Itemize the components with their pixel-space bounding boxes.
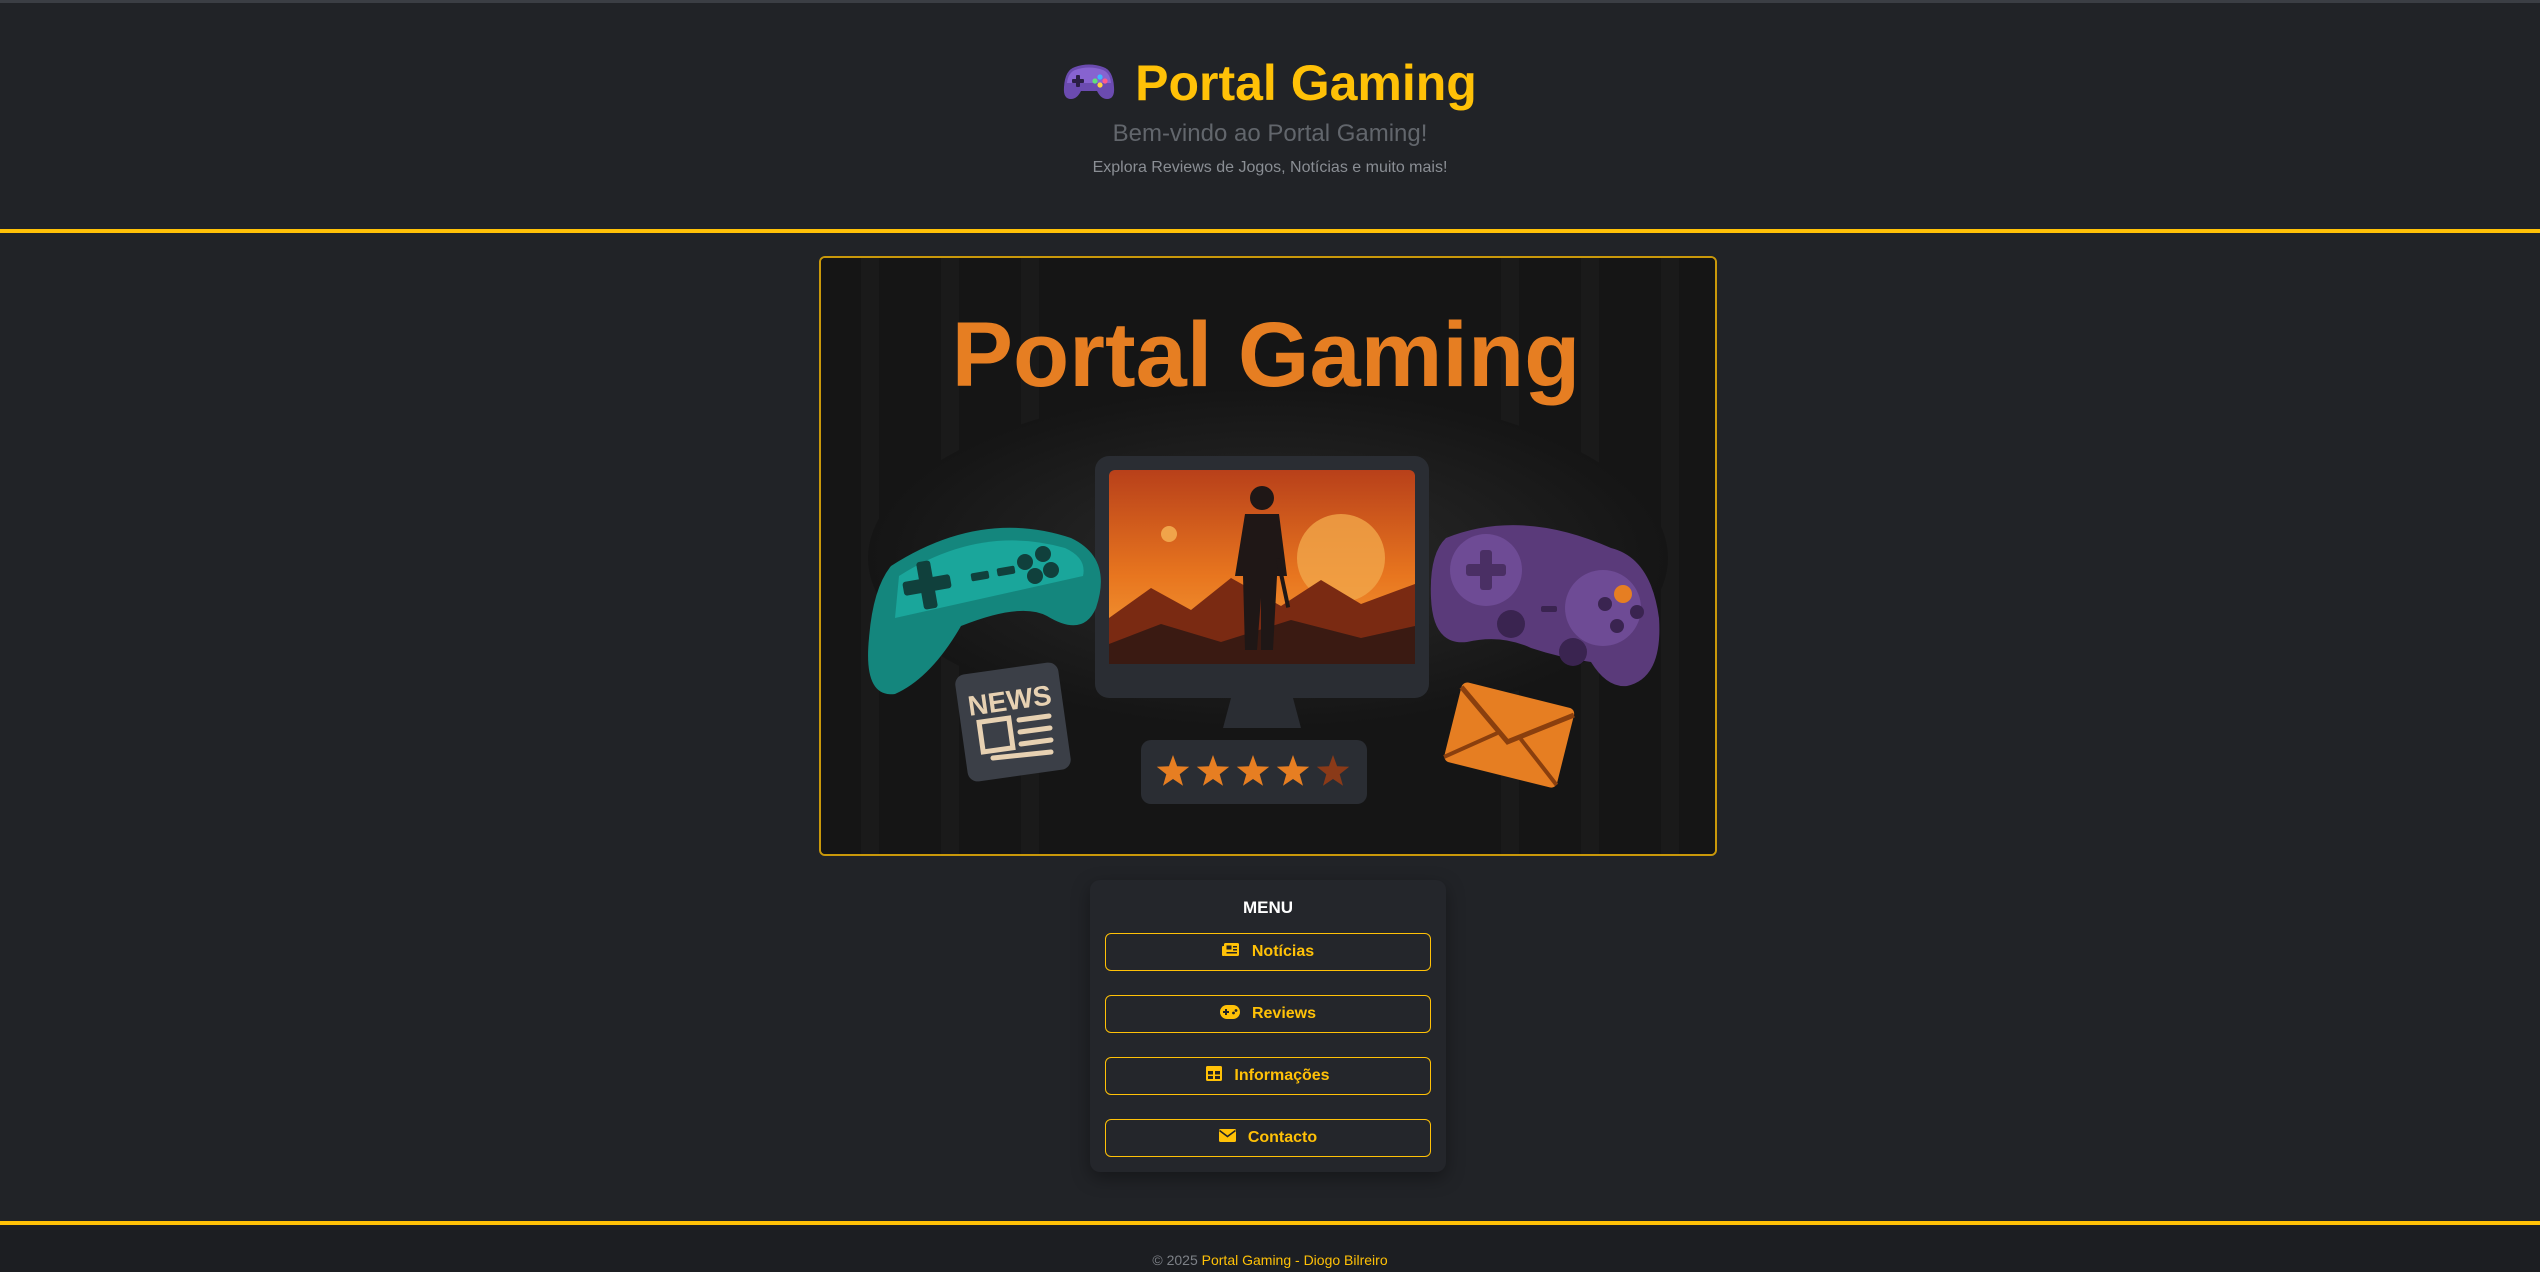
footer-text: © 2025 Portal Gaming - Diogo Bilreiro bbox=[0, 1251, 2540, 1269]
newspaper-icon bbox=[1221, 942, 1240, 963]
header-divider bbox=[0, 229, 2540, 233]
site-footer: © 2025 Portal Gaming - Diogo Bilreiro bbox=[0, 1225, 2540, 1272]
site-title: Portal Gaming bbox=[1135, 55, 1477, 111]
copyright: © 2025 bbox=[1152, 1252, 1198, 1268]
news-badge-illustration: NEWS bbox=[955, 662, 1071, 782]
menu-button-reviews[interactable]: Reviews bbox=[1105, 995, 1431, 1033]
footer-credit: Portal Gaming - Diogo Bilreiro bbox=[1201, 1252, 1388, 1268]
welcome-subtitle: Bem-vindo ao Portal Gaming! bbox=[1112, 120, 1428, 147]
hero-banner: Portal Gaming NEWS bbox=[819, 256, 1717, 856]
site-header: Portal Gaming Bem-vindo ao Portal Gaming… bbox=[0, 3, 2540, 230]
hero-illustration: Portal Gaming NEWS bbox=[821, 258, 1715, 854]
table-icon bbox=[1206, 1066, 1223, 1086]
gamepad-icon bbox=[1063, 61, 1115, 106]
menu-button-label: Informações bbox=[1234, 1067, 1330, 1084]
menu-title: MENU bbox=[1242, 898, 1294, 917]
menu-button-contacto[interactable]: Contacto bbox=[1105, 1119, 1431, 1157]
menu-button-label: Notícias bbox=[1251, 943, 1315, 960]
tagline: Explora Reviews de Jogos, Notícias e mui… bbox=[1092, 159, 1448, 176]
menu-button-informacoes[interactable]: Informações bbox=[1105, 1057, 1431, 1095]
menu-button-label: Contacto bbox=[1247, 1129, 1318, 1146]
brand: Portal Gaming bbox=[0, 53, 2540, 113]
envelope-icon bbox=[1218, 1129, 1236, 1147]
menu-button-label: Reviews bbox=[1251, 1005, 1317, 1022]
main-menu: MENU Notícias Reviews Informações Contac… bbox=[1090, 880, 1446, 1172]
hero-title: Portal Gaming bbox=[952, 304, 1581, 406]
gamepad-icon bbox=[1219, 1004, 1240, 1024]
menu-button-noticias[interactable]: Notícias bbox=[1105, 933, 1431, 971]
